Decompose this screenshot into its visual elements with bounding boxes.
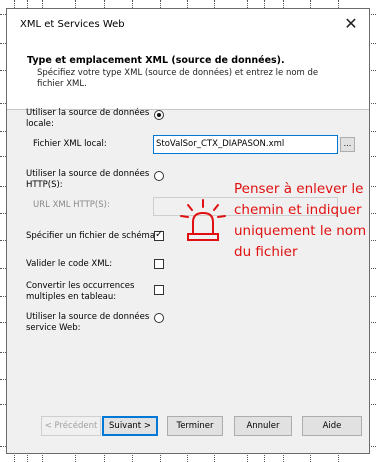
schema-checkbox[interactable] bbox=[154, 229, 164, 241]
local-source-label: Utiliser la source de données locale: bbox=[26, 108, 150, 129]
local-source-radio[interactable] bbox=[154, 110, 164, 120]
local-file-input[interactable]: StoValSor_CTX_DIAPASON.xml bbox=[153, 135, 338, 154]
local-file-label: Fichier XML local: bbox=[33, 139, 107, 149]
webservice-radio[interactable] bbox=[154, 313, 164, 323]
cancel-button[interactable]: Annuler bbox=[234, 416, 292, 436]
validate-checkbox[interactable] bbox=[154, 259, 164, 269]
schema-label: Spécifier un fichier de schéma: bbox=[26, 231, 158, 241]
alarm-light-icon bbox=[180, 199, 226, 241]
annotation-text: Penser à enlever le chemin et indiquer u… bbox=[234, 181, 367, 260]
http-url-label: URL XML HTTP(S): bbox=[33, 200, 110, 210]
convert-checkbox[interactable] bbox=[154, 285, 164, 295]
next-button[interactable]: Suivant > bbox=[102, 416, 158, 436]
help-button[interactable]: Aide bbox=[302, 416, 362, 436]
header-description: Spécifiez votre type XML (source de donn… bbox=[37, 68, 319, 89]
http-source-radio[interactable] bbox=[154, 171, 164, 181]
title-bar: XML et Services Web ✕ bbox=[7, 9, 369, 39]
window-title: XML et Services Web bbox=[20, 19, 125, 30]
webservice-label: Utiliser la source de données service We… bbox=[26, 312, 150, 333]
header-title: Type et emplacement XML (source de donné… bbox=[27, 55, 285, 66]
finish-button[interactable]: Terminer bbox=[167, 416, 223, 436]
close-icon[interactable]: ✕ bbox=[341, 14, 361, 34]
browse-button[interactable]: ... bbox=[340, 137, 355, 152]
wizard-header: Type et emplacement XML (source de donné… bbox=[7, 39, 369, 110]
previous-button[interactable]: < Précédent bbox=[41, 416, 101, 436]
convert-label: Convertir les occurrences multiples en t… bbox=[26, 281, 135, 302]
http-source-label: Utiliser la source de données HTTP(S): bbox=[26, 169, 150, 190]
validate-label: Valider le code XML: bbox=[26, 259, 113, 269]
